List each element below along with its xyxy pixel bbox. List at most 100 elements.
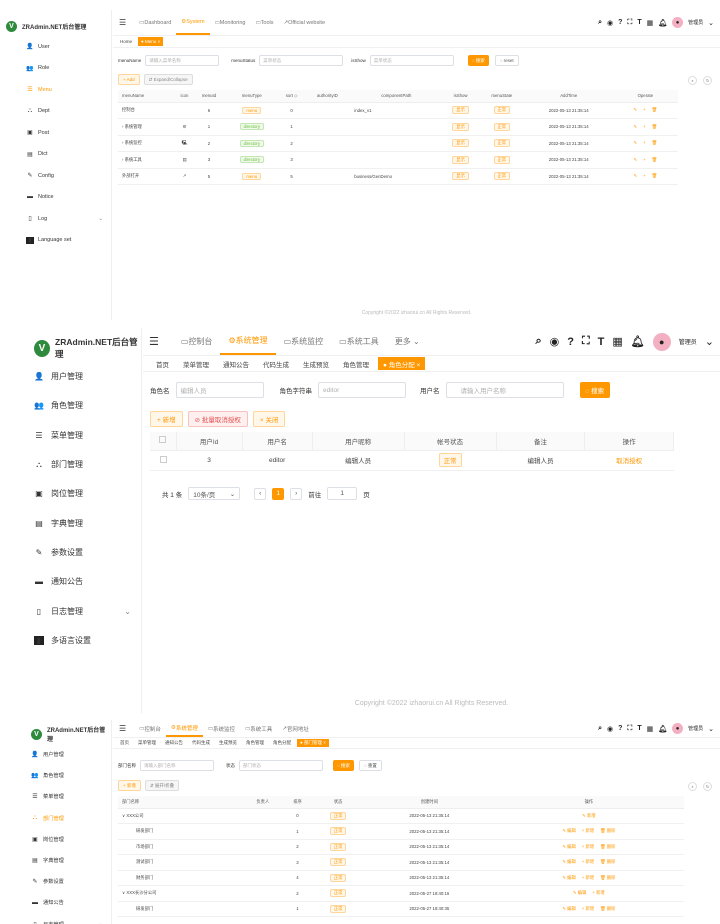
sidebar-item-log[interactable]: ▯日志管理⌄ — [0, 596, 141, 625]
refresh-icon[interactable]: ↻ — [703, 782, 712, 791]
edit-link[interactable]: ✎ 编辑 — [562, 906, 575, 911]
tag-0[interactable]: Home — [117, 37, 135, 46]
delete-icon[interactable]: 🗑 — [652, 157, 657, 162]
sidebar-item-config[interactable]: ✎ 参数设置 — [0, 538, 141, 567]
next-page-button[interactable]: › — [290, 487, 303, 500]
chevron-down-icon[interactable]: ⌄ — [705, 335, 714, 348]
tag-2[interactable]: 通知公告 — [162, 739, 186, 747]
bell-icon[interactable]: 🔔︎ — [658, 19, 667, 27]
tag-1[interactable]: 菜单管理 — [135, 739, 159, 747]
tag-6[interactable]: 角色分配 — [270, 739, 294, 747]
tag-6[interactable]: ● 角色分配 × — [378, 357, 426, 370]
add-link[interactable]: + 新增 — [582, 844, 594, 849]
edit-link[interactable]: ✎ 编辑 — [562, 875, 575, 880]
sidebar-item-role[interactable]: 👥 角色管理 — [0, 765, 111, 786]
reset-button[interactable]: ◌ reset — [494, 55, 519, 66]
help-icon[interactable]: ? — [618, 725, 622, 732]
refresh-icon[interactable]: ↻ — [703, 76, 712, 85]
row-checkbox[interactable] — [159, 455, 167, 463]
search-toggle-icon[interactable]: ⌕ — [688, 76, 697, 85]
sidebar-item-post[interactable]: ▣ 岗位管理 — [0, 479, 141, 508]
topnav-item-2[interactable]: ▭ 系统监控 — [276, 328, 332, 355]
sidebar-item-notice[interactable]: ▬ Notice — [0, 187, 111, 209]
sidebar-item-user[interactable]: 👤 用户管理 — [0, 744, 111, 765]
font-size-icon[interactable]: T — [637, 725, 641, 732]
sidebar-item-menu[interactable]: ☰ Menu — [0, 79, 111, 101]
delete-icon[interactable]: 🗑 — [652, 107, 657, 112]
search-button[interactable]: ◌ 搜索 — [333, 760, 354, 771]
hamburger-icon[interactable]: ☰ — [149, 335, 159, 348]
topnav-item-3[interactable]: ▭ Tools — [250, 10, 278, 35]
topnav-item-3[interactable]: ▭ 系统工具 — [240, 720, 277, 737]
sidebar-item-dict[interactable]: ▤ Dict — [0, 144, 111, 166]
search-icon[interactable]: ⌕ — [535, 335, 541, 348]
tag-3[interactable]: 代码生成 — [258, 357, 294, 370]
add-link[interactable]: + 新增 — [582, 906, 594, 911]
tag-0[interactable]: 首页 — [117, 739, 132, 747]
search-button[interactable]: ◌ 搜索 — [579, 382, 611, 398]
topnav-item-1[interactable]: ⚙ System — [176, 10, 210, 35]
add-button[interactable]: + 新增 — [118, 780, 141, 791]
topnav-item-4[interactable]: ↗ 官网地址 — [277, 720, 314, 737]
topnav-item-3[interactable]: ▭ 系统工具 — [331, 328, 387, 355]
prev-page-button[interactable]: ‹ — [254, 487, 267, 500]
layout-icon[interactable]: ▦ — [647, 725, 654, 733]
hamburger-icon[interactable]: ☰ — [119, 724, 126, 733]
sidebar-item-dept[interactable]: ⛬ 部门管理 — [0, 808, 111, 829]
edit-link[interactable]: ✎ 编辑 — [562, 828, 575, 833]
sidebar-item-dept[interactable]: ⛬ Dept — [0, 101, 111, 123]
tag-5[interactable]: 角色管理 — [338, 357, 374, 370]
sidebar-item-menu[interactable]: ☰ 菜单管理 — [0, 421, 141, 450]
edit-link[interactable]: ✎ 编辑 — [562, 859, 575, 864]
delete-link[interactable]: 🗑 删除 — [600, 844, 615, 849]
chevron-down-icon[interactable]: ⌄ — [708, 19, 714, 27]
delete-link[interactable]: 🗑 删除 — [600, 906, 615, 911]
fullscreen-icon[interactable]: ⛶ — [627, 725, 632, 733]
add-icon[interactable]: + — [643, 157, 646, 162]
tag-4[interactable]: 生成预览 — [216, 739, 240, 747]
tag-4[interactable]: 生成预览 — [298, 357, 334, 370]
topnav-item-0[interactable]: ▭ 控制台 — [173, 328, 221, 355]
avatar[interactable]: ● — [672, 17, 684, 28]
github-icon[interactable]: ◉ — [607, 725, 613, 733]
help-icon[interactable]: ? — [567, 336, 574, 348]
font-size-icon[interactable]: T — [598, 336, 605, 348]
sidebar-item-log[interactable]: ▯日志管理⌄ — [0, 914, 111, 924]
sidebar-item-log[interactable]: ▯ Log ⌄ — [0, 208, 111, 230]
github-icon[interactable]: ◉ — [550, 335, 560, 348]
sidebar-item-language[interactable]: ▮ 多语言设置 — [0, 626, 141, 655]
reset-button[interactable]: ◌ 重置 — [358, 760, 382, 771]
sidebar-item-notice[interactable]: ▬ 通知公告 — [0, 567, 141, 596]
select-all-checkbox[interactable] — [159, 436, 167, 444]
topnav-item-2[interactable]: ▭ Monitoring — [210, 10, 251, 35]
topnav-item-4[interactable]: ↗ Official website — [279, 10, 331, 35]
user-name[interactable]: 管理员 — [688, 725, 703, 732]
delete-link[interactable]: 🗑 删除 — [600, 875, 615, 880]
search-icon[interactable]: ⌕ — [598, 725, 602, 733]
sidebar-item-language[interactable]: ▮ Language set — [0, 230, 111, 252]
add-button[interactable]: + 新增 — [150, 411, 183, 427]
topnav-item-1[interactable]: ⚙ 系统管理 — [165, 720, 203, 737]
search-toggle-icon[interactable]: ⌕ — [688, 782, 697, 791]
status-select[interactable]: 部门状态 — [239, 760, 323, 771]
sidebar-item-post[interactable]: ▣ Post — [0, 122, 111, 144]
topnav-item-2[interactable]: ▭ 系统监控 — [203, 720, 240, 737]
avatar[interactable]: ● — [652, 332, 671, 351]
tag-3[interactable]: 代码生成 — [189, 739, 213, 747]
username-input[interactable]: 请输入用户名称 — [445, 382, 564, 398]
fullscreen-icon[interactable]: ⛶ — [582, 335, 590, 348]
chevron-down-icon[interactable]: ⌄ — [708, 725, 714, 733]
sidebar-item-dict[interactable]: ▤ 字典管理 — [0, 850, 111, 871]
dept-name-input[interactable]: 请输入部门名称 — [140, 760, 214, 771]
goto-input[interactable]: 1 — [327, 487, 358, 500]
tag-1[interactable]: 菜单管理 — [178, 357, 214, 370]
sidebar-item-config[interactable]: ✎ 参数设置 — [0, 871, 111, 892]
add-link[interactable]: + 新增 — [582, 859, 594, 864]
tag-2[interactable]: 通知公告 — [218, 357, 254, 370]
help-icon[interactable]: ? — [618, 19, 622, 26]
edit-icon[interactable]: ✎ — [634, 140, 638, 145]
sidebar-item-notice[interactable]: ▬ 通知公告 — [0, 892, 111, 913]
font-size-icon[interactable]: T — [637, 19, 641, 26]
cancel-auth-link[interactable]: 取消授权 — [616, 458, 642, 465]
edit-icon[interactable]: ✎ — [634, 173, 638, 178]
